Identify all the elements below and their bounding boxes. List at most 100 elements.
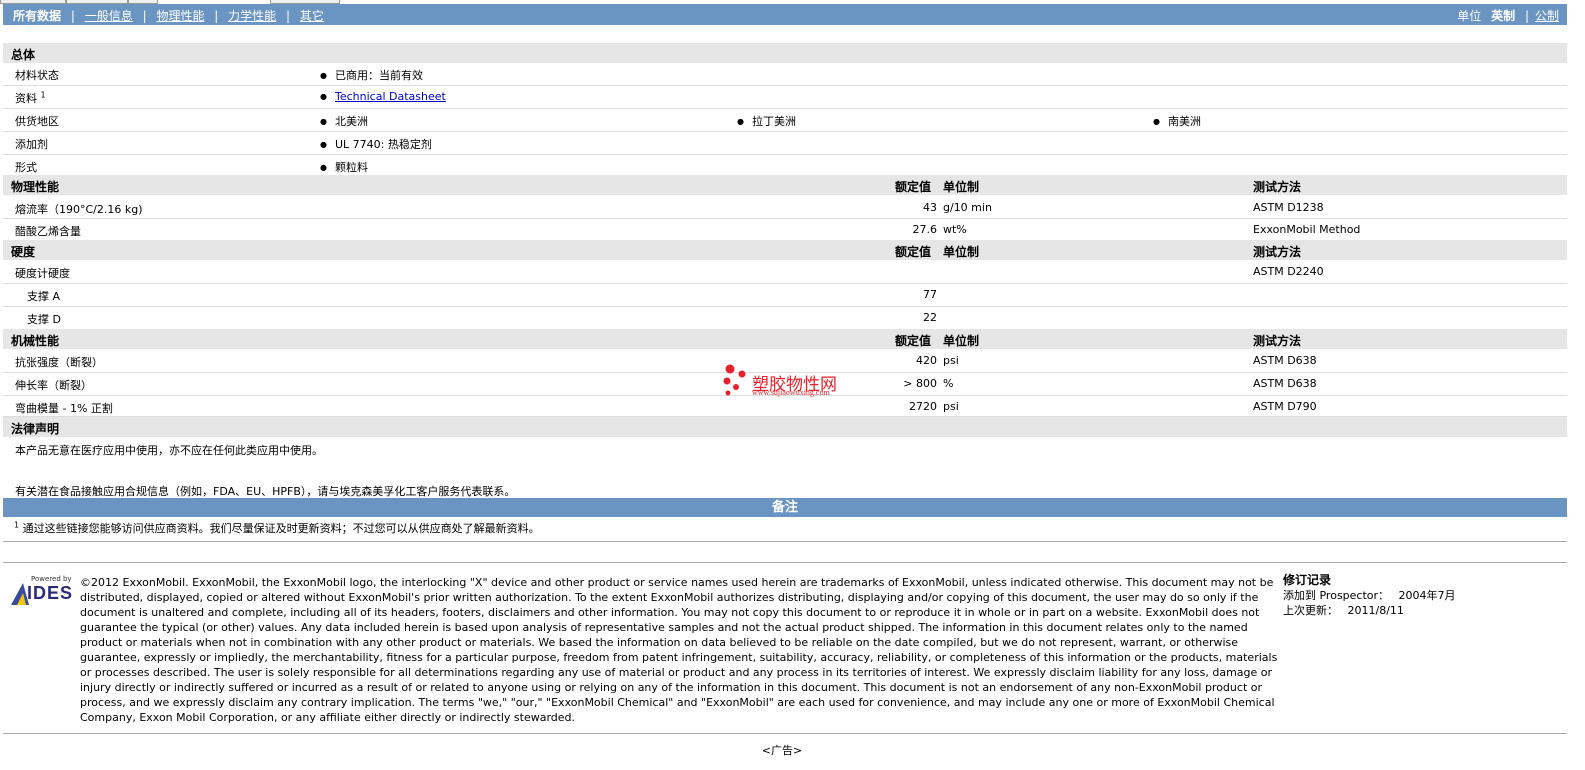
copyright-text: ©2012 ExxonMobil. ExxonMobil, the ExxonM… <box>80 576 1278 724</box>
unit-metric-link[interactable]: 公制 <box>1535 9 1559 23</box>
table-row: 添加剂 UL 7740: 热稳定剂 <box>3 132 1567 155</box>
row-value: 27.6 <box>912 223 938 236</box>
section-header-hardness: 硬度 额定值 单位制 测试方法 <box>3 240 1567 260</box>
section-header-legal: 法律声明 <box>3 417 1567 437</box>
section-header-physical: 物理性能 额定值 单位制 测试方法 <box>3 175 1567 195</box>
row-unit: psi <box>943 400 959 413</box>
column-header-nominal: 额定值 <box>895 245 932 259</box>
row-method: ASTM D790 <box>1253 400 1317 413</box>
row-method: ASTM D638 <box>1253 377 1317 390</box>
row-method: ASTM D638 <box>1253 354 1317 367</box>
column-header-unit: 单位制 <box>943 334 980 348</box>
unit-english-current: 英制 <box>1491 9 1516 23</box>
revision-history: 修订记录 添加到 Prospector： 2004年7月 上次更新： 2011/… <box>1283 573 1456 618</box>
table-row: 醋酸乙烯含量 27.6 wt% ExxonMobil Method <box>3 219 1567 241</box>
table-row: 支撑 D 22 <box>3 307 1567 330</box>
column-header-unit: 单位制 <box>943 180 980 194</box>
updated-label: 上次更新： <box>1283 604 1338 617</box>
row-method: ExxonMobil Method <box>1253 223 1361 236</box>
tab-separator: | <box>214 9 219 23</box>
row-label-text: 资料 <box>15 92 37 105</box>
row-label: 抗张强度（断裂） <box>15 356 103 369</box>
section-header-mechanical: 机械性能 额定值 单位制 测试方法 <box>3 329 1567 349</box>
row-label: 添加剂 <box>15 138 48 151</box>
row-label: 支撑 A <box>27 290 61 303</box>
tab-separator: | <box>286 9 291 23</box>
row-label: 材料状态 <box>15 69 59 82</box>
table-row: 资料 1 Technical Datasheet <box>3 86 1567 109</box>
section-title: 硬度 <box>11 245 36 259</box>
row-value: 420 <box>916 354 937 367</box>
tab-other[interactable]: 其它 <box>300 9 324 23</box>
added-value: 2004年7月 <box>1398 589 1456 602</box>
row-unit: g/10 min <box>943 201 992 214</box>
added-label: 添加到 Prospector： <box>1283 589 1390 602</box>
column-header-method: 测试方法 <box>1253 334 1302 348</box>
legal-line: 有关潜在食品接触应用合规信息（例如，FDA、EU、HPFB），请与埃克森美孚化工… <box>15 485 516 498</box>
tab-all-data[interactable]: 所有数据 <box>13 7 61 24</box>
tab-physical[interactable]: 物理性能 <box>156 9 204 23</box>
row-label: 供货地区 <box>15 115 59 128</box>
row-value: 北美洲 <box>320 113 368 129</box>
section-header-general: 总体 <box>3 43 1567 63</box>
tab-separator: | <box>70 9 75 23</box>
section-title: 法律声明 <box>11 422 60 436</box>
legal-text-block: 本产品无意在医疗应用中使用，亦不应在任何此类应用中使用。 有关潜在食品接触应用合… <box>3 437 1567 498</box>
watermark-logo: 塑胶物性网 www.sujiaowuxing.com <box>722 364 852 401</box>
table-row: 熔流率（190°C/2.16 kg) 43 g/10 min ASTM D123… <box>3 197 1567 219</box>
row-value: UL 7740: 热稳定剂 <box>320 136 432 152</box>
row-value: 已商用：当前有效 <box>320 67 423 83</box>
tab-separator: | <box>142 9 147 23</box>
table-row: 支撑 A 77 <box>3 284 1567 307</box>
row-label: 形式 <box>15 161 37 174</box>
footnote-text: 通过这些链接您能够访问供应商资料。我们尽量保证及时更新资料；不过您可以从供应商处… <box>22 522 540 535</box>
column-header-nominal: 额定值 <box>895 334 932 348</box>
row-label: 资料 1 <box>15 90 46 106</box>
row-method: ASTM D1238 <box>1253 201 1324 214</box>
table-row: 材料状态 已商用：当前有效 <box>3 63 1567 86</box>
column-header-method: 测试方法 <box>1253 245 1302 259</box>
row-label: 硬度计硬度 <box>15 267 70 280</box>
footnote-marker: 1 <box>40 90 46 100</box>
row-method: ASTM D2240 <box>1253 265 1324 278</box>
divider <box>3 541 1567 542</box>
notes-header: 备注 <box>3 498 1567 517</box>
section-title: 机械性能 <box>11 334 60 348</box>
unit-switcher: 单位 英制 | 公制 <box>1457 7 1559 24</box>
watermark-url: www.sujiaowuxing.com <box>752 388 830 397</box>
tab-mechanical[interactable]: 力学性能 <box>228 9 276 23</box>
column-header-method: 测试方法 <box>1253 180 1302 194</box>
footer: Powered by IDES ©2012 ExxonMobil. ExxonM… <box>3 562 1567 734</box>
row-label: 支撑 D <box>27 313 61 326</box>
logo-text: IDES <box>27 583 74 603</box>
row-label: 熔流率（190°C/2.16 kg) <box>15 203 143 216</box>
section-title: 物理性能 <box>11 180 60 194</box>
ad-placeholder: <广告> <box>761 744 803 757</box>
scrollbar-area[interactable] <box>1567 4 1585 770</box>
updated-value: 2011/8/11 <box>1347 604 1404 617</box>
row-value: > 800 <box>903 377 937 390</box>
row-value: 颗粒料 <box>320 159 368 175</box>
technical-datasheet-link[interactable]: Technical Datasheet <box>335 90 446 103</box>
revision-title: 修订记录 <box>1283 573 1332 587</box>
row-value: 南美洲 <box>1153 113 1201 129</box>
table-row: 硬度计硬度 ASTM D2240 <box>3 261 1567 284</box>
row-value: 2720 <box>909 400 937 413</box>
legal-line: 本产品无意在医疗应用中使用，亦不应在任何此类应用中使用。 <box>15 444 323 457</box>
footnote-marker: 1 <box>14 520 20 530</box>
row-label: 伸长率（断裂） <box>15 379 92 392</box>
section-tabs: 所有数据 | 一般信息 | 物理性能 | 力学性能 | 其它 <box>13 7 324 24</box>
row-unit: wt% <box>943 223 967 236</box>
row-unit: % <box>943 377 954 390</box>
row-value: Technical Datasheet <box>320 90 446 103</box>
table-row: 供货地区 北美洲 拉丁美洲 南美洲 <box>3 109 1567 132</box>
section-nav-bar: 所有数据 | 一般信息 | 物理性能 | 力学性能 | 其它 单位 英制 | 公制 <box>3 4 1567 25</box>
row-unit: psi <box>943 354 959 367</box>
ides-logo: Powered by IDES <box>9 575 73 609</box>
section-title: 总体 <box>11 48 36 62</box>
column-header-nominal: 额定值 <box>895 180 932 194</box>
revision-updated: 上次更新： 2011/8/11 <box>1283 603 1456 618</box>
tab-general-info[interactable]: 一般信息 <box>85 9 133 23</box>
logo-powered-by: Powered by <box>31 575 72 583</box>
unit-separator: | <box>1524 9 1529 23</box>
